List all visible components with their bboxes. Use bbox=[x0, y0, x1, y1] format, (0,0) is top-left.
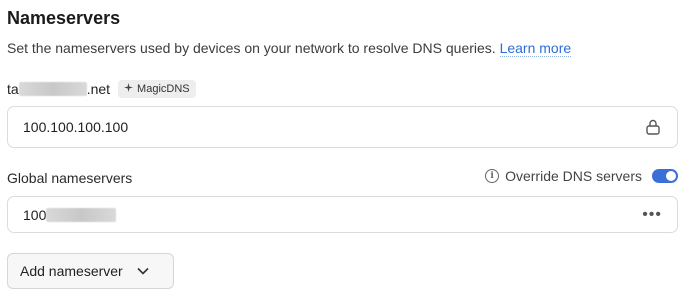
magicdns-badge: MagicDNS bbox=[118, 80, 196, 98]
override-dns-control: i Override DNS servers bbox=[485, 168, 678, 184]
redacted-domain bbox=[18, 82, 87, 96]
global-nameserver-field: 100 ••• bbox=[7, 196, 678, 233]
global-nameservers-label: Global nameservers bbox=[7, 170, 133, 186]
lock-icon bbox=[644, 118, 662, 136]
add-nameserver-label: Add nameserver bbox=[20, 263, 123, 279]
domain-prefix: ta bbox=[7, 81, 19, 97]
tailnet-domain: ta .net bbox=[7, 81, 110, 97]
badge-label: MagicDNS bbox=[137, 83, 190, 95]
description-text: Set the nameservers used by devices on y… bbox=[7, 40, 496, 56]
global-nameserver-value: 100 bbox=[23, 206, 117, 223]
add-nameserver-button[interactable]: Add nameserver bbox=[7, 253, 174, 289]
section-description: Set the nameservers used by devices on y… bbox=[7, 40, 572, 57]
override-dns-label: Override DNS servers bbox=[505, 168, 642, 184]
domain-suffix: .net bbox=[86, 81, 111, 97]
magicdns-nameserver-field: 100.100.100.100 bbox=[7, 106, 678, 148]
chevron-down-icon bbox=[137, 265, 149, 277]
more-dots-icon[interactable]: ••• bbox=[642, 206, 662, 224]
toggle-knob bbox=[666, 171, 676, 181]
tailnet-domain-row: ta .net MagicDNS bbox=[7, 79, 196, 99]
override-dns-toggle[interactable] bbox=[652, 169, 678, 183]
sparkle-icon bbox=[124, 83, 134, 95]
info-icon[interactable]: i bbox=[485, 169, 500, 183]
global-nameserver-prefix: 100 bbox=[23, 206, 47, 223]
learn-more-link[interactable]: Learn more bbox=[499, 40, 572, 57]
section-title: Nameservers bbox=[7, 8, 121, 28]
magicdns-nameserver-value: 100.100.100.100 bbox=[23, 119, 129, 135]
redacted-ip bbox=[46, 207, 117, 222]
